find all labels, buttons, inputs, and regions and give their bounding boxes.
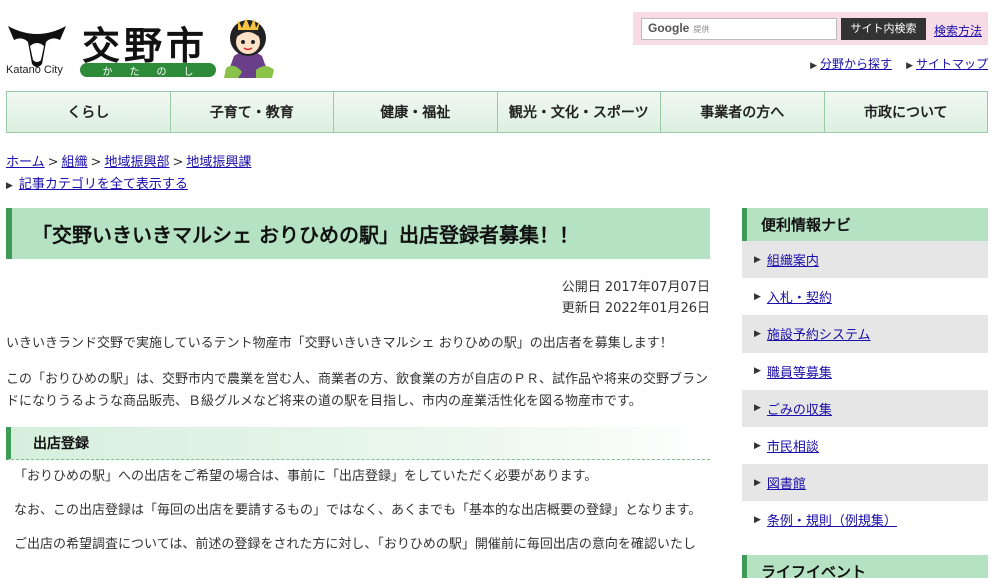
search-brand-sub: 提供: [693, 25, 710, 34]
sidebar-item-label[interactable]: 図書館: [767, 473, 806, 492]
sidebar-item-label[interactable]: 施設予約システム: [767, 324, 871, 343]
kana-char: か: [102, 66, 113, 78]
category-link-row: ▶ 記事カテゴリを全て表示する: [6, 173, 188, 192]
sidebar-item-consultation[interactable]: ▶ 市民相談: [742, 426, 988, 465]
show-all-categories-link[interactable]: 記事カテゴリを全て表示する: [19, 177, 188, 192]
sidebar-item-ordinances[interactable]: ▶ 条例・規則（例規集）: [742, 501, 988, 539]
site-title-en: Katano City: [6, 64, 63, 76]
site-logo[interactable]: 交野市 Katano City か た の し: [6, 16, 276, 82]
section-heading: 出店登録: [6, 427, 710, 460]
breadcrumb-home[interactable]: ホーム: [6, 155, 45, 170]
site-search: Google 提供 サイト内検索 検索方法: [633, 12, 988, 45]
sidebar: 便利情報ナビ ▶ 組織案内 ▶ 入札・契約 ▶ 施設予約システム ▶ 職員等募集 ▶ ごみ…: [742, 208, 988, 578]
triangle-right-icon: ▶: [754, 514, 761, 525]
gnav-item-cityhall[interactable]: 市政について: [825, 92, 988, 132]
sidebar-item-label[interactable]: 職員等募集: [767, 362, 832, 381]
breadcrumb-organization[interactable]: 組織: [62, 155, 88, 170]
site-title-kana: か た の し: [80, 63, 216, 78]
article-paragraph: いきいきランド交野で実施しているテント物産市「交野いきいきマルシェ おりひめの駅…: [6, 336, 673, 351]
sidebar-title: 便利情報ナビ: [742, 208, 988, 241]
triangle-right-icon: ▶: [754, 477, 761, 488]
updated-date: 更新日 2022年01月26日: [561, 301, 710, 316]
triangle-right-icon: ▶: [6, 181, 13, 191]
breadcrumb-separator: >: [90, 155, 102, 170]
sidebar-item-label[interactable]: 条例・規則（例規集）: [767, 510, 897, 529]
search-button[interactable]: サイト内検索: [841, 18, 926, 40]
util-link-sitemap[interactable]: ▶ サイトマップ: [906, 55, 988, 72]
gnav-item-childcare[interactable]: 子育て・教育: [171, 92, 334, 132]
triangle-right-icon: ▶: [906, 61, 913, 71]
breadcrumb-section[interactable]: 地域振興課: [186, 155, 251, 170]
triangle-right-icon: ▶: [754, 291, 761, 302]
triangle-right-icon: ▶: [754, 366, 761, 377]
published-date: 公開日 2017年07月07日: [561, 280, 710, 295]
article-paragraph: 「おりひめの駅」への出店をご希望の場合は、事前に「出店登録」をしていただく必要が…: [14, 469, 598, 484]
triangle-right-icon: ▶: [754, 254, 761, 265]
article-paragraph: なお、この出店登録は「毎回の出店を要請するもの」ではなく、あくまでも「基本的な出…: [14, 503, 702, 518]
mascot-icon: [224, 18, 274, 78]
gnav-item-life[interactable]: くらし: [7, 92, 171, 132]
gnav-item-health[interactable]: 健康・福祉: [334, 92, 498, 132]
util-link-fields[interactable]: ▶ 分野から探す: [810, 55, 892, 72]
sidebar-item-label[interactable]: 市民相談: [767, 436, 819, 455]
sidebar-item-label[interactable]: 入札・契約: [767, 287, 832, 306]
sidebar-item-label[interactable]: ごみの収集: [767, 399, 832, 418]
breadcrumb: ホーム > 組織 > 地域振興部 > 地域振興課: [6, 151, 251, 170]
breadcrumb-separator: >: [47, 155, 59, 170]
sidebar-item-organization[interactable]: ▶ 組織案内: [742, 241, 988, 279]
sidebar-item-garbage[interactable]: ▶ ごみの収集: [742, 389, 988, 427]
utility-links: ▶ 分野から探す ▶ サイトマップ: [810, 55, 988, 72]
triangle-right-icon: ▶: [754, 403, 761, 414]
util-link-label[interactable]: サイトマップ: [916, 57, 988, 71]
kana-char: し: [183, 66, 194, 78]
global-nav: くらし 子育て・教育 健康・福祉 観光・文化・スポーツ 事業者の方へ 市政につい…: [6, 91, 988, 133]
kana-char: た: [129, 66, 140, 78]
sidebar-item-library[interactable]: ▶ 図書館: [742, 464, 988, 502]
article-paragraph: この「おりひめの駅」は、交野市内で農業を営む人、商業者の方、飲食業の方が自店のＰ…: [6, 372, 709, 409]
sidebar-item-recruitment[interactable]: ▶ 職員等募集: [742, 352, 988, 390]
util-link-label[interactable]: 分野から探す: [820, 57, 892, 71]
breadcrumb-separator: >: [172, 155, 184, 170]
search-brand: Google: [648, 21, 690, 35]
search-help-link[interactable]: 検索方法: [934, 22, 982, 39]
site-title: 交野市: [82, 24, 209, 68]
page-title: 「交野いきいきマルシェ おりひめの駅」出店登録者募集！！: [6, 208, 710, 259]
kana-char: の: [156, 66, 167, 78]
gnav-item-tourism[interactable]: 観光・文化・スポーツ: [498, 92, 661, 132]
sidebar-item-label[interactable]: 組織案内: [767, 250, 819, 269]
article-dates: 公開日 2017年07月07日 更新日 2022年01月26日: [6, 277, 710, 319]
triangle-right-icon: ▶: [754, 440, 761, 451]
article-paragraph: ご出店の希望調査については、前述の登録をされた方に対し、「おりひめの駅」開催前に…: [14, 537, 696, 552]
triangle-right-icon: ▶: [754, 328, 761, 339]
triangle-right-icon: ▶: [810, 61, 818, 71]
search-input[interactable]: Google 提供: [641, 18, 837, 40]
sidebar-title-life-events: ライフイベント: [742, 554, 988, 578]
sidebar-list: ▶ 組織案内 ▶ 入札・契約 ▶ 施設予約システム ▶ 職員等募集 ▶ ごみの収集 ▶ 市民…: [742, 241, 988, 539]
breadcrumb-department[interactable]: 地域振興部: [104, 155, 169, 170]
site-header: 交野市 Katano City か た の し Google 提供 サイト内検索 …: [0, 0, 1000, 88]
sidebar-item-facility-booking[interactable]: ▶ 施設予約システム: [742, 315, 988, 353]
sidebar-item-bidding[interactable]: ▶ 入札・契約: [742, 278, 988, 316]
gnav-item-business[interactable]: 事業者の方へ: [661, 92, 825, 132]
article: 「交野いきいきマルシェ おりひめの駅」出店登録者募集！！ 公開日 2017年07…: [6, 208, 710, 556]
